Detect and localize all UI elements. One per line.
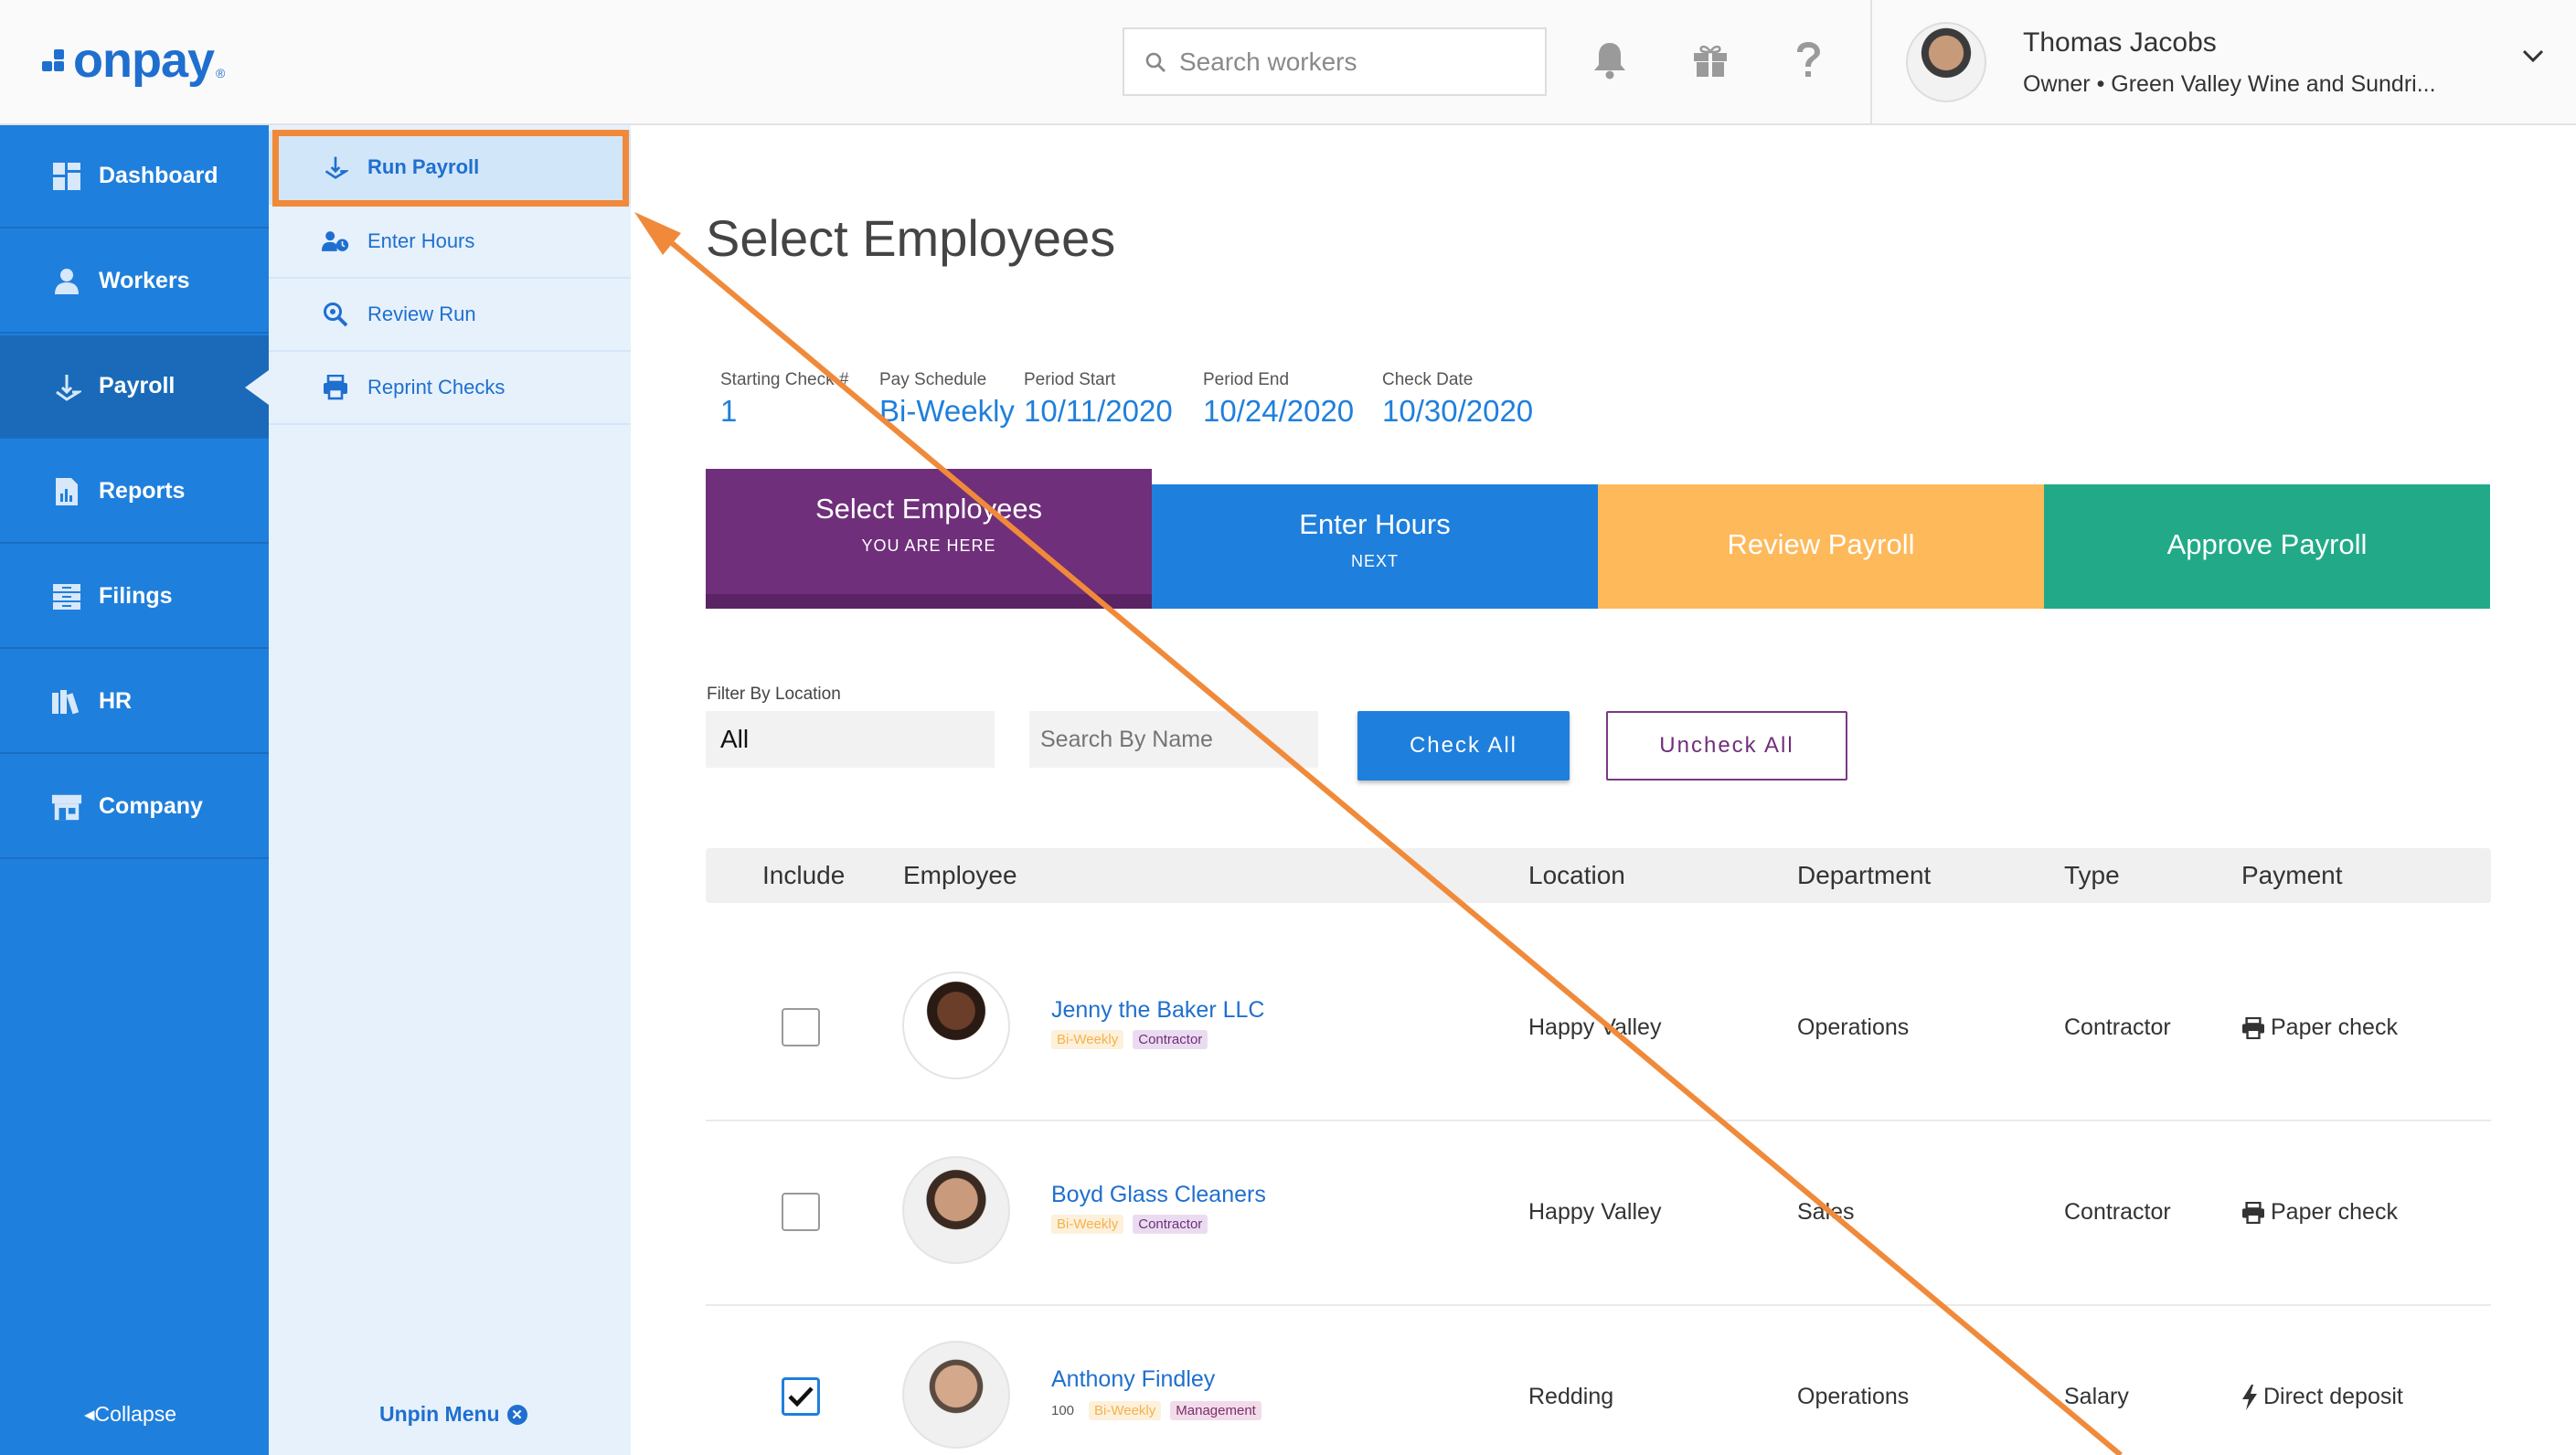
annotation-arrow <box>634 212 2123 1455</box>
